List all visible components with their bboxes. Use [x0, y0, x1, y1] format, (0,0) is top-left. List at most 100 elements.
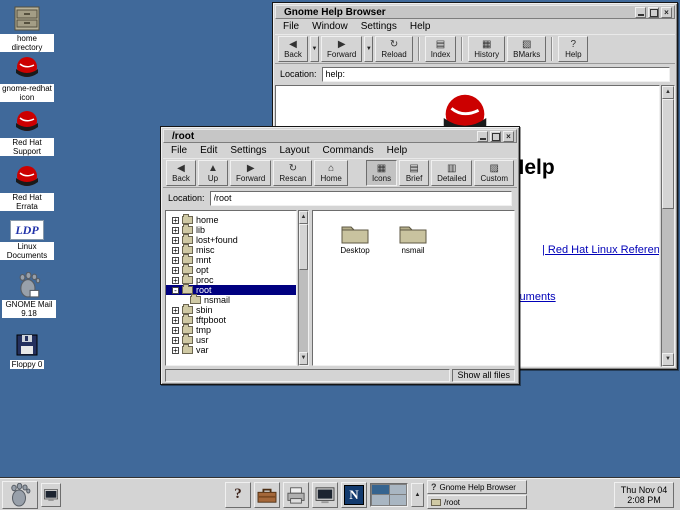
expand-icon[interactable] [172, 267, 179, 274]
menu-edit[interactable]: Edit [200, 145, 217, 156]
minimize-button[interactable] [477, 131, 488, 142]
scrollbar-thumb[interactable] [299, 224, 308, 270]
collapse-icon[interactable] [172, 287, 179, 294]
printer-launcher[interactable] [283, 482, 309, 508]
menu-file[interactable]: File [283, 21, 299, 32]
folder-icon [182, 276, 193, 284]
desktop-cell[interactable] [372, 495, 389, 505]
menu-help[interactable]: Help [410, 21, 431, 32]
tree-item[interactable]: var [166, 345, 296, 355]
expand-icon[interactable] [172, 347, 179, 354]
desktop-icon-redhat-support[interactable]: Red Hat Support [0, 110, 54, 156]
forward-history-dropdown[interactable]: ▼ [364, 36, 373, 62]
location-input[interactable] [210, 191, 512, 206]
maximize-button[interactable] [490, 131, 501, 142]
desktop-icon-redhat-errata[interactable]: Red Hat Errata [0, 165, 54, 211]
terminal-launcher[interactable] [312, 482, 338, 508]
printer-icon [285, 486, 307, 504]
expand-icon[interactable] [172, 247, 179, 254]
scrollbar-thumb[interactable] [662, 99, 674, 209]
location-input[interactable] [322, 67, 670, 82]
help-window-title: Gnome Help Browser [284, 7, 633, 18]
task-help-browser[interactable]: ? Gnome Help Browser [427, 480, 527, 494]
brief-view-button[interactable]: ▤ Brief [399, 160, 429, 186]
task-file-manager[interactable]: /root [427, 495, 527, 509]
expand-icon[interactable] [172, 227, 179, 234]
netscape-launcher[interactable]: N [341, 482, 367, 508]
index-button[interactable]: ▤ Index [425, 36, 457, 62]
forward-button[interactable]: ▶ Forward [321, 36, 362, 62]
expand-icon[interactable] [172, 257, 179, 264]
custom-view-button[interactable]: ▨ Custom [474, 160, 514, 186]
redhat-logo-icon [12, 165, 42, 191]
scroll-down-icon[interactable]: ▼ [299, 352, 308, 365]
help-scrollbar[interactable]: ▲ ▼ [661, 85, 675, 367]
control-center-launcher[interactable] [254, 482, 280, 508]
expand-icon[interactable] [172, 307, 179, 314]
scroll-down-icon[interactable]: ▼ [662, 353, 674, 366]
help-browser-launcher[interactable]: ? [225, 482, 251, 508]
expand-icon[interactable] [172, 337, 179, 344]
menu-settings[interactable]: Settings [230, 145, 266, 156]
file-item-label: nsmail [401, 246, 424, 255]
close-button[interactable] [661, 7, 672, 18]
back-button[interactable]: ◀ Back [166, 160, 196, 186]
maximize-button[interactable] [648, 7, 659, 18]
history-button[interactable]: ▦ History [468, 36, 505, 62]
bmarks-button[interactable]: ▧ BMarks [507, 36, 546, 62]
file-item-nsmail[interactable]: nsmail [389, 221, 437, 255]
expand-icon[interactable] [172, 317, 179, 324]
desktop-icon-gnome-redhat[interactable]: gnome-redhat icon [0, 56, 54, 102]
icons-view-button[interactable]: ▦ Icons [366, 160, 397, 186]
desktop-icon-home-directory[interactable]: home directory [0, 6, 54, 52]
menu-layout[interactable]: Layout [280, 145, 310, 156]
folder-icon [182, 346, 193, 354]
expand-icon[interactable] [172, 327, 179, 334]
file-item-desktop[interactable]: Desktop [331, 221, 379, 255]
expand-icon[interactable] [172, 277, 179, 284]
detailed-view-button[interactable]: ▥ Detailed [431, 160, 472, 186]
main-menu-button[interactable] [2, 481, 38, 509]
menu-window[interactable]: Window [312, 21, 348, 32]
tree-item-selected[interactable]: root [166, 285, 296, 295]
back-button[interactable]: ◀ Back [278, 36, 308, 62]
toolbar-separator [551, 37, 553, 61]
desk-guide-pager[interactable] [370, 483, 408, 507]
folder-icon [182, 336, 193, 344]
menu-file[interactable]: File [171, 145, 187, 156]
reference-guide-link[interactable]: | Red Hat Linux Reference Guide [542, 244, 660, 256]
menu-settings[interactable]: Settings [361, 21, 397, 32]
menu-help[interactable]: Help [387, 145, 408, 156]
tasklist-arrow-button[interactable]: ▲ [411, 483, 424, 507]
desktop-cell[interactable] [390, 485, 407, 495]
folder-icon [182, 326, 193, 334]
desktop-icon-linux-documents[interactable]: LDP Linux Documents [0, 220, 54, 260]
clock-applet[interactable]: Thu Nov 04 2:08 PM [614, 482, 674, 508]
help-button[interactable]: ? Help [558, 36, 588, 62]
tree-scrollbar[interactable]: ▲ ▼ [298, 210, 309, 366]
minimize-button[interactable] [635, 7, 646, 18]
home-button[interactable]: ⌂ Home [314, 160, 347, 186]
desktop-cell-active[interactable] [372, 485, 389, 495]
back-history-dropdown[interactable]: ▼ [310, 36, 319, 62]
location-label: Location: [280, 69, 317, 79]
rescan-button[interactable]: ↻ Rescan [273, 160, 312, 186]
reload-button[interactable]: ↻ Reload [375, 36, 412, 62]
scroll-up-icon[interactable]: ▲ [299, 211, 308, 224]
forward-button[interactable]: ▶ Forward [230, 160, 271, 186]
expand-icon[interactable] [172, 217, 179, 224]
close-button[interactable] [503, 131, 514, 142]
file-icon-pane[interactable]: Desktop nsmail [312, 210, 515, 366]
gnome-foot-icon [9, 483, 31, 507]
help-window-titlebar[interactable]: Gnome Help Browser [275, 5, 675, 19]
scroll-up-icon[interactable]: ▲ [662, 86, 674, 99]
desktop-icon-gnome-mail[interactable]: GNOME Mail 9.18 [2, 272, 56, 318]
desktop-icon-floppy[interactable]: Floppy 0 [0, 334, 54, 369]
desktop-cell[interactable] [390, 495, 407, 505]
lock-screen-button[interactable] [41, 483, 61, 507]
file-window-titlebar[interactable]: /root [163, 129, 517, 143]
menu-commands[interactable]: Commands [323, 145, 374, 156]
expand-icon[interactable] [172, 237, 179, 244]
up-button[interactable]: ▲ Up [198, 160, 228, 186]
file-window-title: /root [172, 131, 475, 142]
